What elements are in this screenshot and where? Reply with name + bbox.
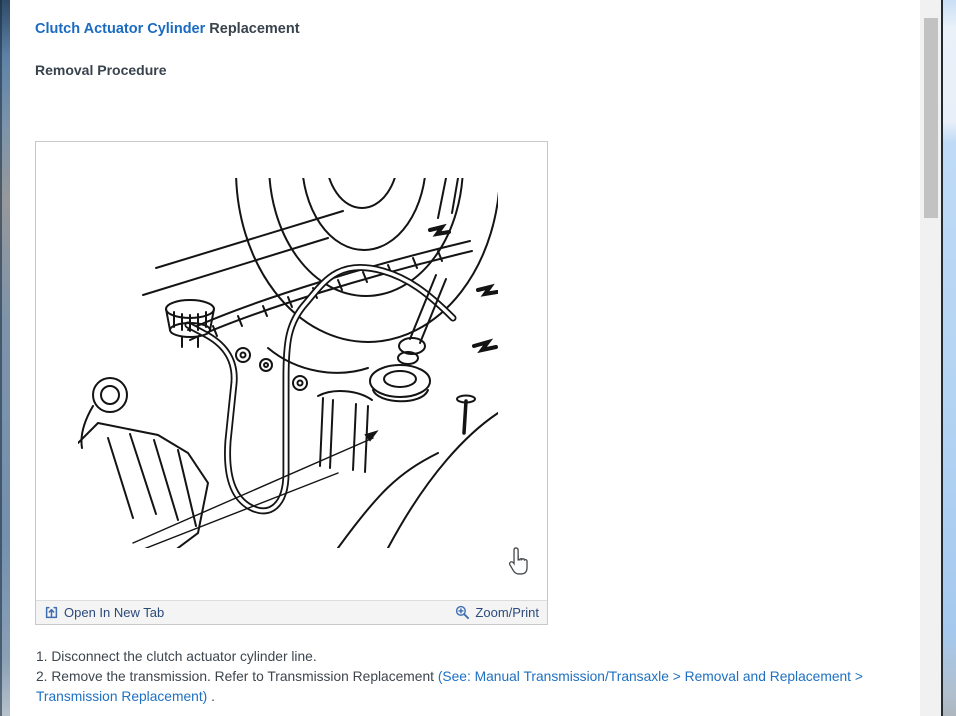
- title-rest: Replacement: [205, 21, 300, 37]
- left-window-edge: [0, 0, 10, 716]
- zoom-print-label: Zoom/Print: [475, 605, 539, 620]
- transmission-illustration: [78, 178, 498, 548]
- figure-panel: Open In New Tab Zoom/Print: [35, 141, 548, 625]
- section-heading: Removal Procedure: [35, 62, 167, 78]
- figure-drawing[interactable]: [36, 142, 547, 601]
- document-viewer: Clutch Actuator Cylinder Replacement Rem…: [0, 0, 956, 716]
- step-1: 1. Disconnect the clutch actuator cylind…: [36, 647, 894, 667]
- hand-cursor-icon: [508, 547, 528, 575]
- open-in-new-tab-label: Open In New Tab: [64, 605, 165, 620]
- zoom-print-button[interactable]: Zoom/Print: [455, 605, 539, 620]
- step-2-tail: .: [207, 689, 215, 704]
- step-1-text: 1. Disconnect the clutch actuator cylind…: [36, 649, 317, 664]
- open-in-new-tab-icon: [45, 606, 58, 619]
- step-2-text: 2. Remove the transmission. Refer to Tra…: [36, 669, 438, 684]
- magnifier-plus-icon: [456, 605, 470, 620]
- procedure-steps: 1. Disconnect the clutch actuator cylind…: [36, 647, 894, 707]
- vertical-scrollbar[interactable]: [920, 0, 941, 716]
- right-window-edge: [943, 0, 956, 716]
- scrollbar-thumb[interactable]: [924, 18, 938, 218]
- open-in-new-tab-button[interactable]: Open In New Tab: [44, 605, 164, 620]
- figure-toolbar: Open In New Tab Zoom/Print: [36, 600, 547, 624]
- title-link[interactable]: Clutch Actuator Cylinder: [35, 21, 205, 37]
- page-title: Clutch Actuator Cylinder Replacement: [35, 21, 300, 37]
- step-2: 2. Remove the transmission. Refer to Tra…: [36, 667, 894, 707]
